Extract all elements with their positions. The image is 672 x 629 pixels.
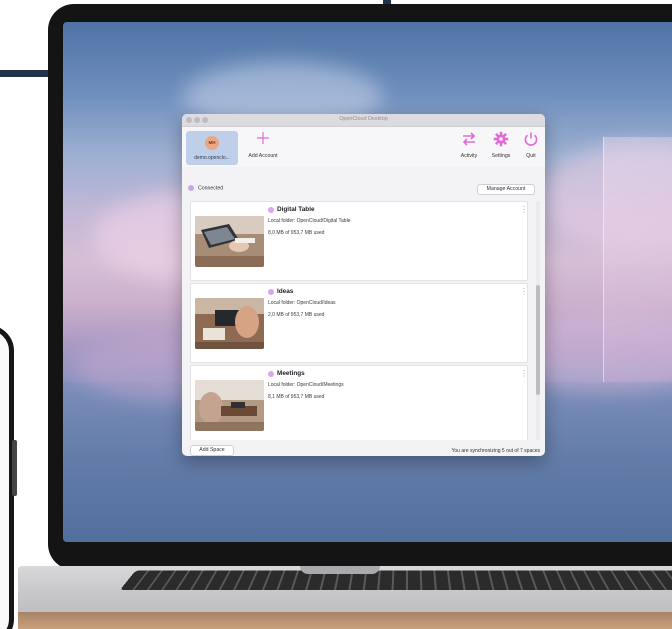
power-icon [523, 131, 539, 149]
space-thumbnail [195, 298, 264, 349]
account-tile[interactable]: MH demo.openclo... [186, 131, 238, 165]
laptop-opening-notch [300, 566, 380, 574]
spaces-list: Digital Table Local folder: OpenCloud/Di… [190, 201, 533, 440]
status-dot [188, 185, 194, 191]
add-account-label: Add Account [248, 153, 278, 159]
sync-arrows-icon [461, 131, 477, 149]
activity-button[interactable]: Activity [456, 131, 482, 165]
add-space-button[interactable]: Add Space [190, 445, 234, 456]
toolbar: MH demo.openclo... Add Account Activity [182, 127, 545, 167]
space-card[interactable]: Ideas Local folder: OpenCloud/Ideas 2,0 … [190, 283, 528, 363]
laptop-front-edge [18, 612, 672, 629]
space-status-dot [268, 371, 274, 377]
space-name: Ideas [277, 288, 294, 295]
add-account-button[interactable]: Add Account [242, 131, 284, 165]
activity-label: Activity [460, 153, 478, 159]
space-status-dot [268, 289, 274, 295]
avatar: MH [205, 136, 219, 150]
settings-button[interactable]: Settings [487, 131, 515, 165]
kebab-menu-icon[interactable]: ⋮ [520, 206, 528, 219]
space-usage: 2,0 MB of 953,7 MB used [268, 312, 325, 318]
settings-label: Settings [491, 153, 511, 159]
phone-side-button [12, 440, 17, 496]
sync-status-text: You are synchronizing 5 out of 7 spaces [451, 448, 540, 454]
space-thumbnail [195, 216, 264, 267]
space-local-folder: Local folder: OpenCloud/Digital Table [268, 218, 351, 224]
opencloud-window: OpenCloud Desktop MH demo.openclo... Add… [182, 114, 545, 456]
wallpaper-glass-panel [603, 137, 672, 382]
space-name: Digital Table [277, 206, 315, 213]
scrollbar-thumb[interactable] [536, 285, 540, 395]
quit-button[interactable]: Quit [521, 131, 541, 165]
account-name: demo.openclo... [194, 155, 230, 161]
window-title: OpenCloud Desktop [339, 116, 388, 122]
scene: OpenCloud Desktop MH demo.openclo... Add… [0, 0, 672, 629]
title-bar: OpenCloud Desktop [182, 114, 545, 127]
gear-icon [493, 131, 509, 149]
space-local-folder: Local folder: OpenCloud/Meetings [268, 382, 344, 388]
quit-label: Quit [526, 153, 536, 159]
spaces-scrollbar[interactable] [536, 201, 540, 440]
connection-status: Connected [188, 185, 223, 191]
plus-icon [255, 131, 271, 149]
space-card[interactable]: Digital Table Local folder: OpenCloud/Di… [190, 201, 528, 281]
space-thumbnail [195, 380, 264, 431]
manage-account-button[interactable]: Manage Account [477, 184, 535, 195]
kebab-menu-icon[interactable]: ⋮ [520, 288, 528, 301]
space-card[interactable]: Meetings Local folder: OpenCloud/Meeting… [190, 365, 528, 440]
status-label: Connected [198, 185, 224, 192]
space-name: Meetings [277, 370, 305, 377]
kebab-menu-icon[interactable]: ⋮ [520, 370, 528, 383]
space-usage: 8,0 MB of 953,7 MB used [268, 230, 325, 236]
space-local-folder: Local folder: OpenCloud/Ideas [268, 300, 336, 306]
space-status-dot [268, 207, 274, 213]
laptop-keyboard [120, 570, 672, 590]
space-usage: 8,1 MB of 953,7 MB used [268, 394, 325, 400]
